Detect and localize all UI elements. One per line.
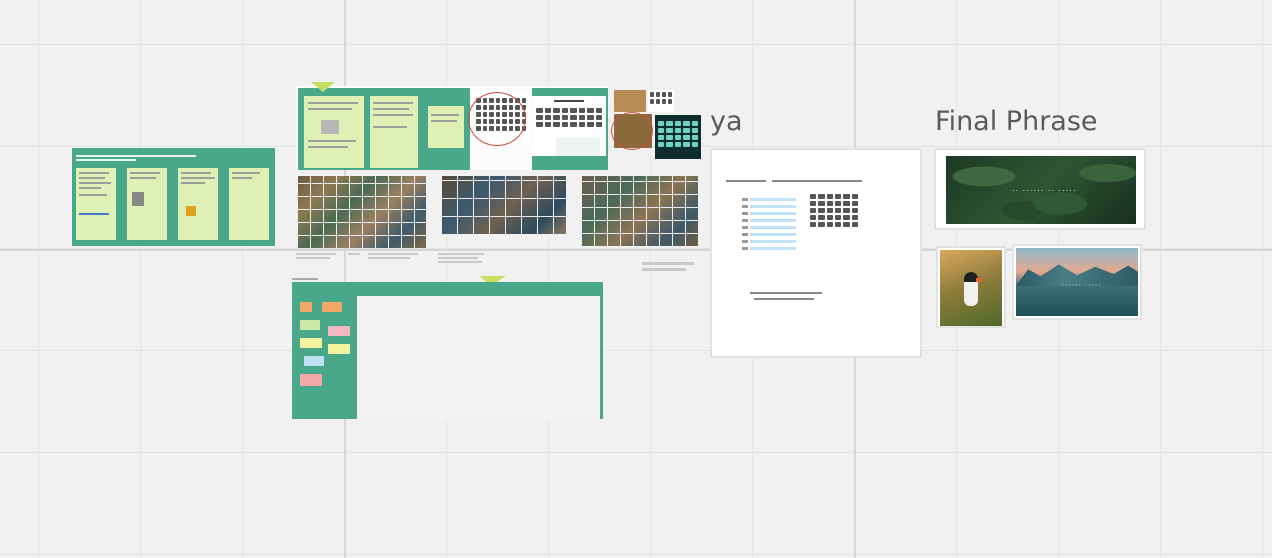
green-panel — [298, 88, 470, 170]
alphabet-chart — [532, 96, 606, 156]
animal-collage-right[interactable] — [582, 176, 698, 246]
annotation-circle — [611, 112, 653, 150]
sticky-note[interactable] — [428, 106, 464, 148]
ya-frame[interactable] — [710, 148, 922, 358]
frame-caption — [292, 278, 318, 280]
sticky-note[interactable] — [127, 168, 167, 240]
frame-title-final-phrase[interactable]: Final Phrase — [935, 106, 1098, 137]
glyph-sheet[interactable] — [648, 90, 674, 112]
board-subheading-text — [76, 159, 136, 161]
brainstorm-frame[interactable] — [292, 282, 603, 419]
sticky-note[interactable] — [300, 374, 322, 386]
puffin-image — [940, 250, 1002, 326]
sticky-note[interactable] — [328, 326, 350, 336]
sticky-note[interactable] — [322, 302, 342, 312]
animal-collage-middle[interactable] — [442, 176, 566, 234]
research-frame[interactable] — [296, 86, 608, 170]
puffin-card[interactable] — [936, 246, 1006, 328]
board-heading-text — [76, 155, 196, 157]
sticky-note[interactable] — [229, 168, 269, 240]
heading-text — [726, 180, 766, 182]
frame-title-ya[interactable]: ya — [710, 106, 743, 137]
sticky-note[interactable] — [300, 302, 312, 312]
annotation-circle — [468, 92, 526, 146]
sticky-note[interactable] — [300, 338, 322, 348]
arrow-marker-icon[interactable] — [311, 82, 335, 92]
landscape-caption: ······ ····· — [1062, 282, 1102, 289]
footer-text — [754, 298, 814, 300]
dark-glyph-panel[interactable] — [655, 115, 701, 159]
sticky-note[interactable] — [328, 344, 350, 354]
highlighted-rows — [750, 194, 796, 250]
sticky-note[interactable] — [304, 356, 324, 366]
brainstorm-header — [292, 282, 603, 296]
animal-collage-left[interactable] — [298, 176, 426, 248]
row-numbers — [742, 194, 748, 250]
sticky-note[interactable] — [300, 320, 320, 330]
banner-caption: ·· ······ ·· ····· — [1012, 186, 1077, 195]
sticky-note[interactable] — [178, 168, 218, 240]
sticky-note[interactable] — [76, 168, 116, 240]
heading-text — [772, 180, 862, 182]
parchment-image[interactable] — [614, 90, 646, 112]
sticky-note[interactable] — [370, 96, 418, 168]
instructions-board[interactable] — [72, 148, 275, 246]
landscape-card[interactable]: ······ ····· — [1012, 244, 1142, 320]
footer-text — [750, 292, 822, 294]
leaf-banner-card[interactable]: ·· ······ ·· ····· — [934, 148, 1146, 230]
sticky-note[interactable] — [304, 96, 364, 168]
